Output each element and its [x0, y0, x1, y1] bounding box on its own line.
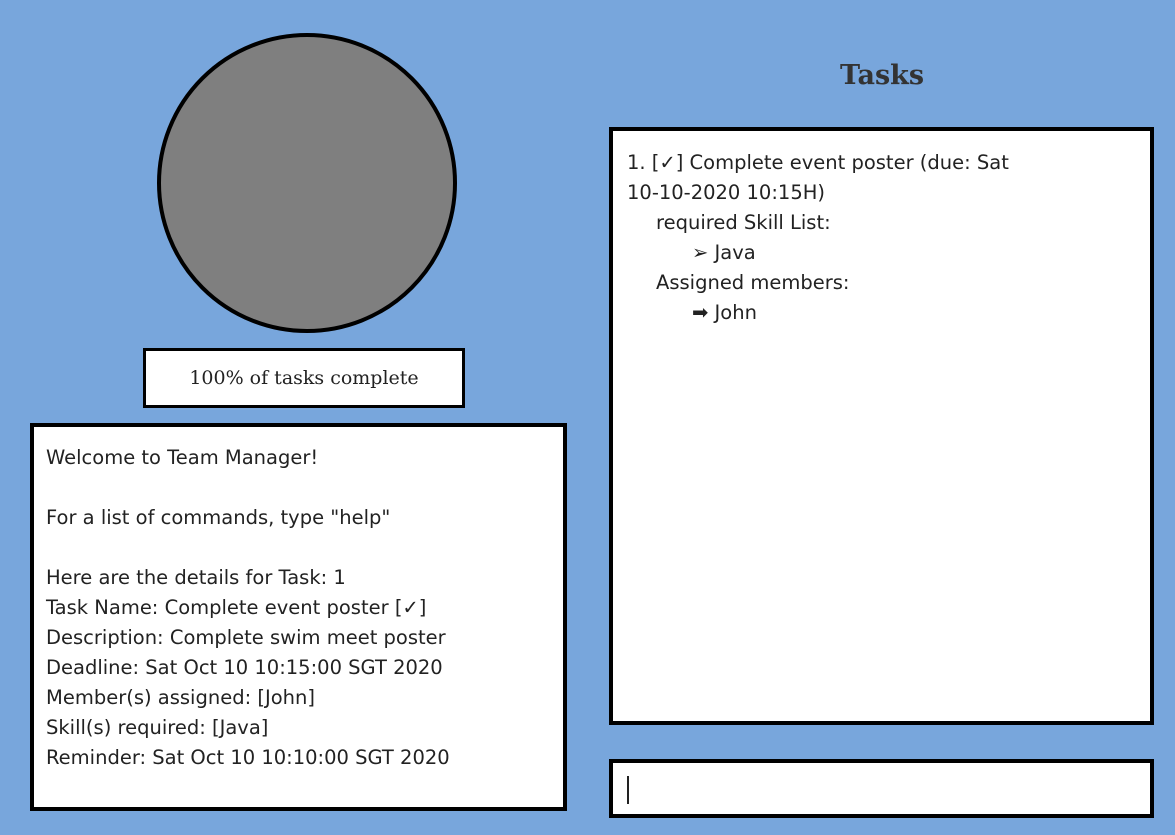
task-skills-label: required Skill List:: [656, 211, 831, 234]
result-line: Member(s) assigned: [John]: [46, 686, 315, 709]
tasks-title: Tasks: [839, 60, 925, 91]
task-header: 1. [✓] Complete event poster (due: Sat: [627, 151, 1009, 174]
result-line: For a list of commands, type "help": [46, 506, 391, 529]
result-line: Task Name: Complete event poster [✓]: [46, 596, 427, 619]
task-header-continued: 10-10-2020 10:15H): [627, 181, 825, 204]
progress-label: 100% of tasks complete: [143, 348, 465, 408]
result-line: Here are the details for Task: 1: [46, 566, 346, 589]
result-line: Skill(s) required: [Java]: [46, 716, 269, 739]
result-line: Deadline: Sat Oct 10 10:15:00 SGT 2020: [46, 656, 443, 679]
command-box[interactable]: [609, 759, 1154, 818]
result-line: [46, 473, 551, 503]
progress-circle: [157, 33, 457, 333]
text-caret: [627, 776, 629, 804]
task-card[interactable]: 1. [✓] Complete event poster (due: Sat 1…: [627, 148, 1136, 328]
task-members-label: Assigned members:: [656, 271, 850, 294]
task-skill-item: ➢ Java: [692, 241, 756, 264]
progress-label-text: 100% of tasks complete: [189, 367, 419, 389]
result-line: [46, 533, 551, 563]
result-display: Welcome to Team Manager! For a list of c…: [30, 423, 567, 811]
task-member-item: ➡ John: [692, 301, 757, 324]
result-line: Description: Complete swim meet poster: [46, 626, 446, 649]
result-line: Reminder: Sat Oct 10 10:10:00 SGT 2020: [46, 746, 450, 769]
command-input[interactable]: [613, 763, 1150, 814]
result-line: Welcome to Team Manager!: [46, 446, 319, 469]
task-list[interactable]: 1. [✓] Complete event poster (due: Sat 1…: [609, 127, 1154, 725]
